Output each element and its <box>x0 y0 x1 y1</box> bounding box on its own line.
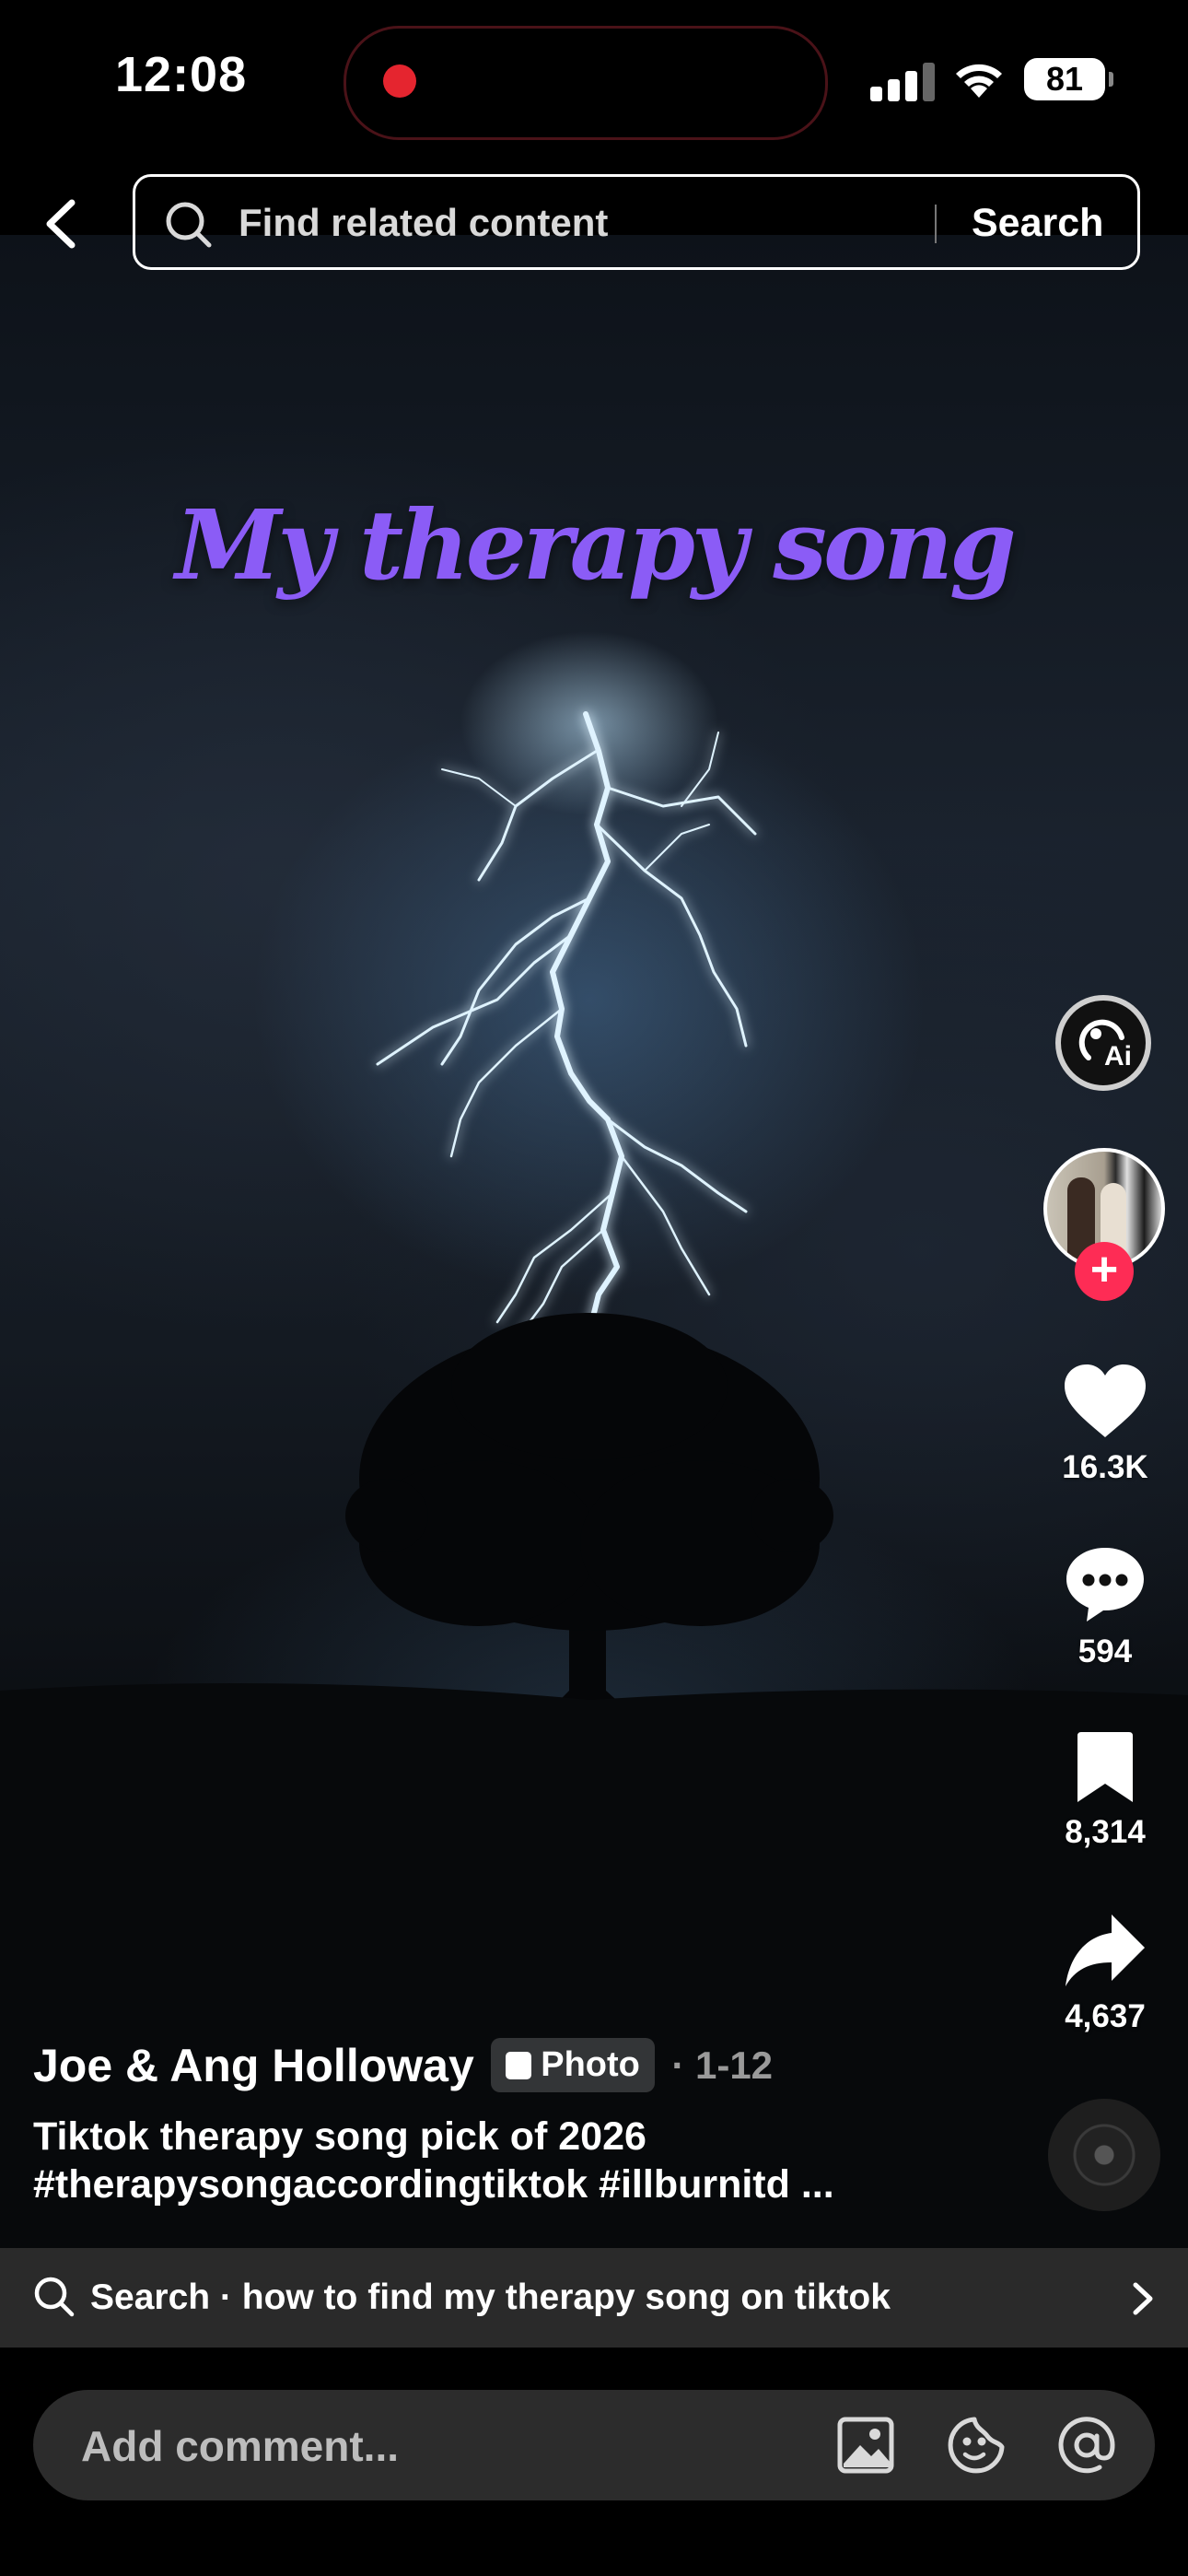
ai-label: Ai <box>1104 1041 1132 1071</box>
search-divider <box>935 205 937 243</box>
back-arrow-icon[interactable] <box>35 192 90 256</box>
tiktok-photo-post-screen: My therapy song 12:08 81 Find related co… <box>0 0 1188 2576</box>
comment-input-bar[interactable]: Add comment... <box>33 2390 1155 2500</box>
recording-dot-icon <box>383 64 416 98</box>
overlay-title: My therapy song <box>175 488 1016 602</box>
status-bar: 12:08 81 <box>0 0 1188 157</box>
mention-at-icon[interactable] <box>1057 2416 1116 2475</box>
comment-count: 594 <box>1077 1633 1133 1669</box>
search-bar[interactable]: Find related content Search <box>133 174 1140 270</box>
ai-assistant-button[interactable]: Ai <box>1055 995 1151 1091</box>
post-info: Joe & Ang Holloway Photo · 1-12 Tiktok t… <box>33 2038 1028 2208</box>
related-search-text: Search · how to find my therapy song on … <box>90 2277 891 2317</box>
bookmark-icon <box>1077 1732 1133 1802</box>
search-button[interactable]: Search <box>972 201 1103 246</box>
wifi-icon <box>956 64 1002 98</box>
caption-line-2: #therapysongaccordingtiktok #illburnitd … <box>33 2162 834 2207</box>
cellular-signal-icon <box>870 61 935 101</box>
post-photo[interactable]: My therapy song <box>0 235 1188 2248</box>
image-icon[interactable] <box>836 2416 895 2475</box>
photo-badge: Photo <box>491 2038 655 2092</box>
comment-input[interactable]: Add comment... <box>81 2421 399 2471</box>
post-date: · 1-12 <box>671 2043 774 2087</box>
like-button[interactable]: 16.3K <box>1041 1364 1170 1486</box>
search-input[interactable]: Find related content <box>239 201 608 245</box>
music-disc-icon[interactable] <box>1048 2099 1160 2211</box>
post-caption[interactable]: Tiktok therapy song pick of 2026 #therap… <box>33 2113 1028 2208</box>
share-count: 4,637 <box>1065 1998 1146 2034</box>
battery-indicator: 81 <box>1024 58 1113 100</box>
emoji-sticker-icon[interactable] <box>947 2416 1006 2475</box>
dynamic-island <box>344 26 828 140</box>
follow-plus-button[interactable]: + <box>1075 1242 1134 1301</box>
photo-badge-label: Photo <box>541 2045 640 2084</box>
photo-icon <box>506 2052 532 2079</box>
share-button[interactable]: 4,637 <box>1041 1913 1170 2035</box>
status-time: 12:08 <box>115 47 248 102</box>
chevron-right-icon <box>1133 2282 1153 2315</box>
comment-button[interactable]: 594 <box>1041 1546 1170 1670</box>
caption-line-1: Tiktok therapy song pick of 2026 <box>33 2114 646 2159</box>
bookmark-button[interactable]: 8,314 <box>1041 1730 1170 1851</box>
search-icon <box>34 2277 75 2317</box>
heart-icon <box>1065 1364 1146 1437</box>
like-count: 16.3K <box>1062 1449 1148 1485</box>
share-arrow-icon <box>1066 1914 1145 1986</box>
save-count: 8,314 <box>1065 1814 1146 1850</box>
comment-bubble-icon <box>1066 1548 1144 1622</box>
related-search-bar[interactable]: Search · how to find my therapy song on … <box>0 2248 1188 2348</box>
search-icon <box>166 202 212 248</box>
ai-icon: Ai <box>1078 1019 1132 1071</box>
author-name[interactable]: Joe & Ang Holloway <box>33 2039 474 2092</box>
